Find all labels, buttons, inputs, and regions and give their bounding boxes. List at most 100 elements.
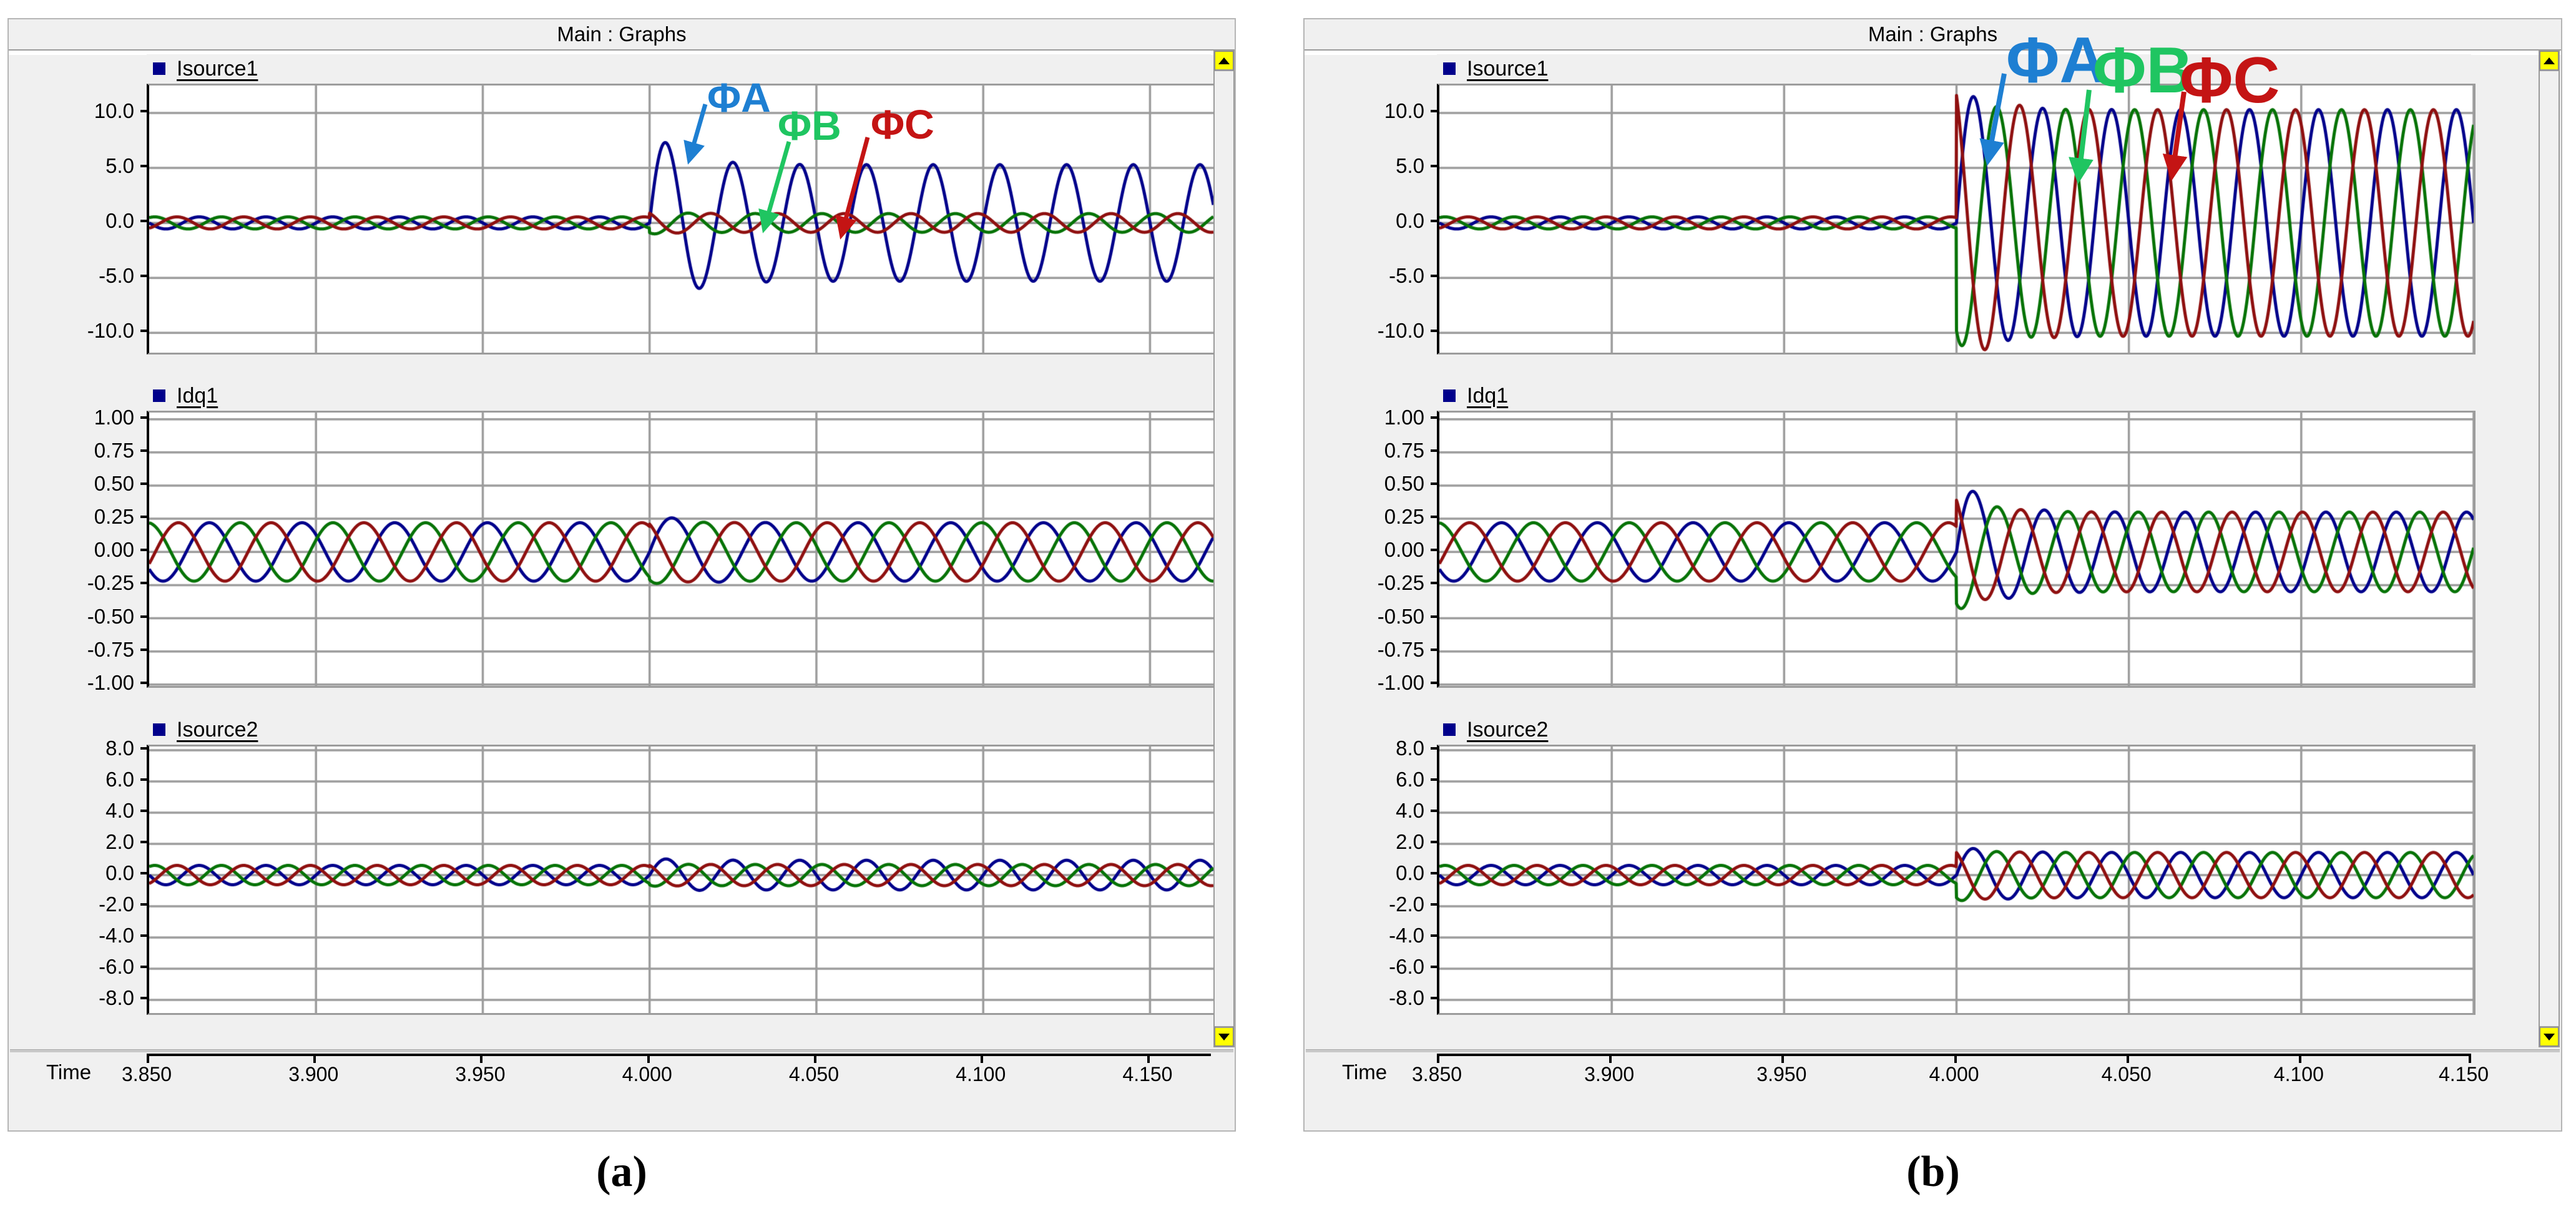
window-title: Main : Graphs (1868, 22, 1997, 46)
y-tick-label: -8.0 (1331, 986, 1424, 1010)
y-tick-mark (1431, 220, 1438, 222)
subfigure-caption-b: (b) (1871, 1147, 1996, 1197)
time-tick-mark (313, 1055, 316, 1063)
y-tick-mark (140, 903, 148, 906)
vertical-scrollbar[interactable] (1213, 50, 1235, 1047)
plot-idq1[interactable] (1437, 411, 2476, 688)
y-tick-mark (1431, 110, 1438, 112)
phase-c-label: ΦC (2180, 48, 2280, 113)
y-tick-mark (1431, 966, 1438, 968)
y-tick-mark (1431, 449, 1438, 452)
y-tick-mark (1431, 416, 1438, 419)
y-tick-label: 0.0 (1331, 209, 1424, 233)
plot-isource2[interactable] (147, 745, 1215, 1015)
y-tick-mark (1431, 778, 1438, 781)
y-tick-mark (1431, 810, 1438, 812)
y-tick-label: 1.00 (41, 406, 134, 429)
window-titlebar[interactable]: Main : Graphs (9, 19, 1235, 51)
time-tick-label: 3.950 (1744, 1063, 1819, 1086)
time-tick-label: 3.950 (443, 1063, 517, 1086)
y-tick-mark (1431, 582, 1438, 584)
y-tick-label: -6.0 (1331, 955, 1424, 979)
y-tick-label: -0.50 (41, 605, 134, 629)
legend-label[interactable]: Idq1 (1467, 384, 1508, 408)
waveform-canvas (149, 413, 1213, 686)
time-tick-mark (147, 1055, 149, 1063)
y-tick-mark (140, 872, 148, 874)
phase-c-label: ΦC (871, 104, 934, 145)
y-tick-mark (140, 997, 148, 999)
curve-marker-icon (1443, 389, 1456, 402)
y-tick-label: -0.50 (1331, 605, 1424, 629)
y-tick-mark (140, 682, 148, 684)
pscad-graphs-window-b: Main : Graphs Isource1 Idq1 Isource2 Tim… (1303, 18, 2562, 1132)
y-tick-label: 6.0 (41, 768, 134, 791)
legend-isource2: Isource2 (1437, 715, 2471, 744)
y-tick-label: -0.25 (1331, 571, 1424, 595)
time-tick-label: 3.850 (109, 1063, 184, 1086)
y-tick-label: -2.0 (1331, 893, 1424, 916)
y-tick-mark (140, 778, 148, 781)
window-titlebar[interactable]: Main : Graphs (1305, 19, 2561, 51)
y-tick-mark (1431, 747, 1438, 750)
time-tick-mark (2469, 1055, 2471, 1063)
plot-isource1[interactable] (1437, 84, 2476, 355)
y-tick-label: 8.0 (1331, 737, 1424, 760)
y-tick-label: -5.0 (1331, 264, 1424, 288)
legend-label[interactable]: Isource1 (177, 57, 258, 81)
legend-label[interactable]: Idq1 (177, 384, 218, 408)
scroll-down-button[interactable] (1215, 1026, 1233, 1046)
y-tick-mark (1431, 934, 1438, 937)
time-tick-mark (2127, 1055, 2129, 1063)
time-tick-label: 4.050 (2089, 1063, 2164, 1086)
time-tick-label: 4.100 (943, 1063, 1018, 1086)
time-tick-label: 4.150 (1110, 1063, 1185, 1086)
scroll-up-button[interactable] (2540, 51, 2559, 71)
legend-label[interactable]: Isource1 (1467, 57, 1548, 81)
legend-label[interactable]: Isource2 (177, 718, 258, 742)
time-axis-line (147, 1054, 1211, 1056)
time-axis-title: Time (1342, 1060, 1387, 1084)
legend-label[interactable]: Isource2 (1467, 718, 1548, 742)
plot-idq1[interactable] (147, 411, 1215, 688)
y-tick-label: -2.0 (41, 893, 134, 916)
y-tick-mark (140, 220, 148, 222)
y-tick-mark (140, 582, 148, 584)
subfigure-caption-a: (a) (559, 1147, 684, 1197)
y-tick-mark (140, 810, 148, 812)
vertical-scrollbar[interactable] (2539, 50, 2560, 1047)
y-tick-mark (140, 165, 148, 167)
time-axis-separator (1306, 1049, 2560, 1052)
time-tick-label: 3.900 (1572, 1063, 1647, 1086)
down-arrow-icon (1218, 1034, 1230, 1040)
time-tick-mark (981, 1055, 983, 1063)
y-tick-mark (140, 934, 148, 937)
plot-isource2[interactable] (1437, 745, 2476, 1015)
y-tick-mark (1431, 682, 1438, 684)
y-tick-mark (1431, 516, 1438, 518)
phase-b-label: ΦB (2093, 38, 2193, 103)
curve-marker-icon (153, 723, 165, 736)
curve-marker-icon (153, 62, 165, 75)
curve-marker-icon (1443, 723, 1456, 736)
y-tick-mark (140, 275, 148, 277)
y-tick-label: 0.0 (41, 861, 134, 885)
plot-isource1[interactable] (147, 84, 1215, 355)
y-tick-mark (140, 482, 148, 485)
y-tick-label: -1.00 (41, 671, 134, 695)
y-tick-label: 0.75 (1331, 439, 1424, 463)
waveform-canvas (149, 747, 1213, 1013)
y-tick-label: -4.0 (1331, 924, 1424, 947)
time-tick-mark (1609, 1055, 1612, 1063)
y-tick-label: -5.0 (41, 264, 134, 288)
y-tick-mark (140, 549, 148, 551)
y-tick-label: 10.0 (1331, 99, 1424, 123)
y-tick-mark (1431, 997, 1438, 999)
time-tick-label: 4.050 (776, 1063, 851, 1086)
scroll-up-button[interactable] (1215, 51, 1233, 71)
scroll-down-button[interactable] (2540, 1026, 2559, 1046)
time-tick-label: 4.000 (1917, 1063, 1992, 1086)
y-tick-label: -4.0 (41, 924, 134, 947)
up-arrow-icon (1218, 57, 1230, 64)
up-arrow-icon (2544, 57, 2555, 64)
